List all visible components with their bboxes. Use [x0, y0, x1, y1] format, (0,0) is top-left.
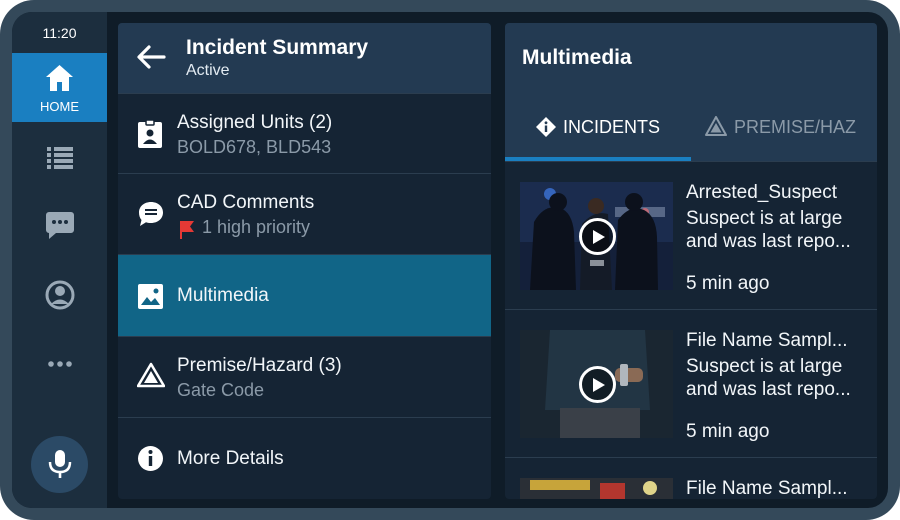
media-thumbnail[interactable] — [520, 330, 673, 438]
info-diamond-icon — [536, 117, 556, 137]
media-name: File Name Sampl... — [686, 330, 848, 351]
tab-incidents-label: INCIDENTS — [563, 117, 661, 137]
play-button[interactable] — [579, 218, 616, 255]
nav-rail: 11:20 HOME — [12, 12, 107, 508]
rail-item-chat[interactable] — [43, 208, 77, 242]
hazard-icon — [137, 362, 165, 388]
assigned-units-label: Assigned Units (2) — [177, 112, 333, 133]
row-cad-comments[interactable]: CAD Comments 1 high priority — [118, 173, 491, 255]
media-thumbnail[interactable] — [520, 182, 673, 290]
tab-premise-haz-label: PREMISE/HAZ — [734, 117, 857, 137]
tab-premise-haz[interactable]: PREMISE/HAZ — [691, 103, 877, 161]
incident-status: Active — [186, 62, 230, 79]
device-frame: 11:20 HOME Incident Summary Active Assig… — [0, 0, 900, 520]
play-icon — [593, 230, 605, 244]
assigned-units-sub: BOLD678, BLD543 — [177, 137, 332, 157]
incident-header: Incident Summary Active — [118, 23, 491, 93]
play-icon — [593, 378, 605, 392]
cad-comments-sub: 1 high priority — [202, 217, 311, 237]
media-timestamp: 5 min ago — [686, 421, 770, 442]
scene-image — [520, 478, 673, 499]
back-arrow-icon[interactable] — [134, 42, 166, 72]
badge-icon — [138, 119, 162, 148]
screen: 11:20 HOME Incident Summary Active Assig… — [12, 12, 888, 508]
tab-incidents[interactable]: INCIDENTS — [505, 103, 691, 161]
status-time: 11:20 — [42, 25, 77, 41]
play-button[interactable] — [579, 366, 616, 403]
incident-summary-panel: Incident Summary Active Assigned Units (… — [118, 23, 491, 499]
media-name: File Name Sampl... — [686, 478, 848, 499]
multimedia-header: Multimedia INCIDENTS PREMISE/HAZ — [505, 23, 877, 161]
page-title: Incident Summary — [186, 36, 369, 59]
more-icon — [48, 361, 72, 367]
list-icon — [47, 147, 73, 169]
multimedia-title: Multimedia — [522, 46, 632, 69]
comment-icon — [139, 202, 163, 226]
media-thumbnail[interactable] — [520, 478, 673, 499]
media-item[interactable]: File Name Sampl... — [505, 457, 877, 499]
profile-icon — [45, 280, 75, 310]
rail-item-more[interactable] — [43, 347, 77, 381]
row-premise-hazard[interactable]: Premise/Hazard (3) Gate Code — [118, 336, 491, 418]
hazard-icon — [705, 116, 727, 136]
premise-hazard-sub: Gate Code — [177, 380, 265, 400]
multimedia-label: Multimedia — [177, 285, 269, 306]
media-item[interactable]: File Name Sampl... Suspect is at large a… — [505, 309, 877, 458]
rail-item-home[interactable]: HOME — [12, 53, 107, 122]
multimedia-panel: Multimedia INCIDENTS PREMISE/HAZ Arreste… — [505, 23, 877, 499]
chat-icon — [46, 212, 74, 239]
rail-home-label: HOME — [40, 99, 79, 114]
media-timestamp: 5 min ago — [686, 273, 770, 294]
media-description: Suspect is at large and was last repo... — [686, 356, 851, 400]
image-icon — [138, 284, 163, 309]
row-multimedia[interactable]: Multimedia — [118, 254, 491, 337]
flag-icon — [180, 221, 194, 239]
row-more-details[interactable]: More Details — [118, 417, 491, 499]
row-assigned-units[interactable]: Assigned Units (2) BOLD678, BLD543 — [118, 93, 491, 174]
info-icon — [138, 446, 163, 471]
premise-hazard-label: Premise/Hazard (3) — [177, 355, 342, 376]
cad-comments-label: CAD Comments — [177, 192, 315, 213]
rail-item-list[interactable] — [43, 140, 77, 174]
media-name: Arrested_Suspect — [686, 182, 838, 203]
home-icon — [46, 65, 73, 91]
more-details-label: More Details — [177, 448, 284, 469]
media-item[interactable]: Arrested_Suspect Suspect is at large and… — [505, 161, 877, 310]
media-description: Suspect is at large and was last repo... — [686, 208, 851, 252]
rail-item-profile[interactable] — [43, 278, 77, 312]
microphone-button[interactable] — [31, 436, 88, 493]
microphone-icon — [48, 450, 72, 478]
